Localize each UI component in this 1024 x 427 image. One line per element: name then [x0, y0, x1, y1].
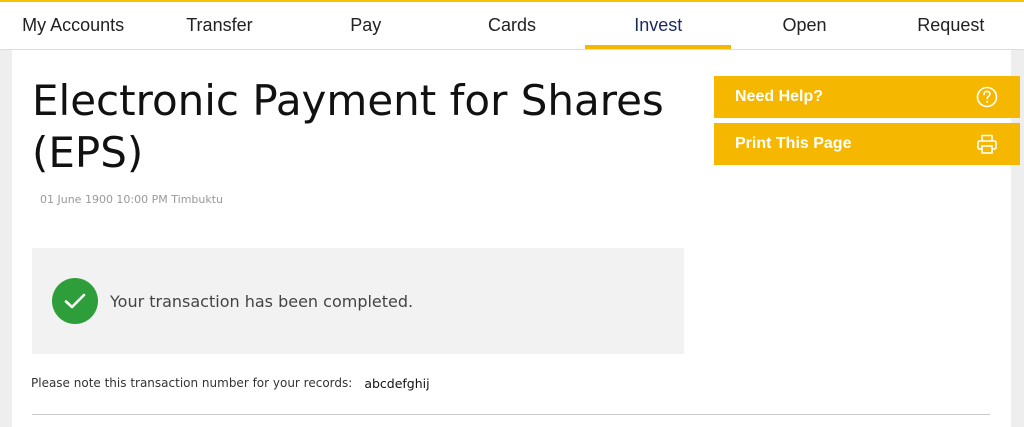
nav-transfer[interactable]: Transfer	[146, 2, 292, 49]
nav-invest[interactable]: Invest	[585, 2, 732, 49]
need-help-label: Need Help?	[735, 88, 824, 105]
printer-icon	[976, 133, 998, 155]
question-circle-icon	[976, 86, 998, 108]
transaction-note: Please note this transaction number for …	[31, 376, 430, 391]
print-page-label: Print This Page	[735, 135, 852, 152]
nav-open[interactable]: Open	[731, 2, 877, 49]
nav-pay[interactable]: Pay	[293, 2, 439, 49]
need-help-button[interactable]: Need Help?	[714, 76, 1020, 118]
main-content: Electronic Payment for Shares (EPS) 01 J…	[12, 50, 1020, 427]
top-navigation: My Accounts Transfer Pay Cards Invest Op…	[0, 0, 1024, 50]
nav-request[interactable]: Request	[878, 2, 1024, 49]
success-message-box: Your transaction has been completed.	[32, 248, 684, 354]
transaction-note-label: Please note this transaction number for …	[31, 376, 353, 390]
transaction-number: abcdefghij	[364, 376, 430, 391]
nav-my-accounts[interactable]: My Accounts	[0, 2, 146, 49]
success-message: Your transaction has been completed.	[110, 291, 414, 311]
timestamp: 01 June 1900 10:00 PM Timbuktu	[40, 193, 224, 206]
page-title: Electronic Payment for Shares (EPS)	[32, 76, 664, 177]
divider	[32, 414, 990, 415]
nav-cards[interactable]: Cards	[439, 2, 585, 49]
print-page-button[interactable]: Print This Page	[714, 123, 1020, 165]
checkmark-icon	[52, 278, 98, 324]
